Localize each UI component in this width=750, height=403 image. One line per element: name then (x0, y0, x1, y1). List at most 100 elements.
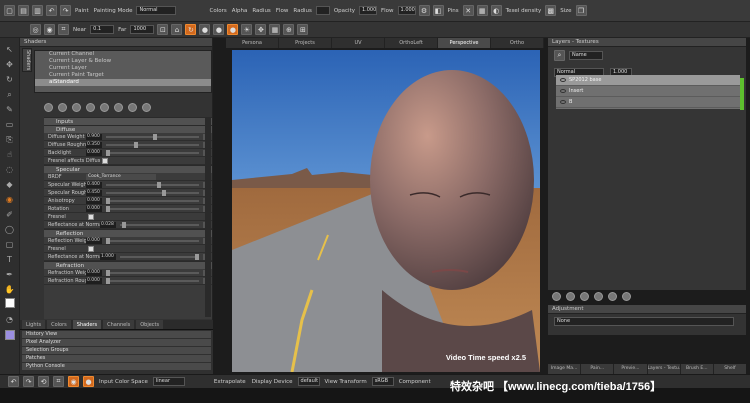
tab-colors[interactable]: Colors (47, 320, 71, 329)
crop-icon[interactable]: ⌗ (53, 376, 64, 387)
eye-icon[interactable] (560, 100, 566, 104)
shader-item[interactable]: Current Paint Target (35, 72, 211, 79)
right-tab[interactable]: Image Ma... (548, 364, 581, 374)
flow-field[interactable]: 1.000 (397, 6, 416, 15)
undo-icon[interactable]: ↶ (46, 5, 57, 16)
palette-item[interactable]: History View (22, 331, 211, 338)
prop-slider[interactable] (120, 253, 200, 260)
layer-row[interactable]: Insert (556, 86, 740, 97)
text-icon[interactable]: T (4, 254, 15, 265)
near-field[interactable]: 0.1 (90, 25, 115, 34)
paint-status-icon[interactable]: ◉ (68, 376, 79, 387)
view-tab-ortholeft[interactable]: OrthoLeft (385, 38, 438, 48)
tab-shaders[interactable]: Shaders (72, 320, 102, 329)
view-transform-select[interactable]: sRGB (371, 377, 394, 386)
layer-add-icon[interactable] (552, 292, 561, 301)
fresnel2-checkbox[interactable] (88, 245, 94, 252)
prop-slider[interactable] (106, 181, 199, 188)
prop-value[interactable]: 0.028 (100, 221, 116, 228)
eye-icon[interactable] (560, 78, 566, 82)
stamp-icon[interactable]: ◧ (432, 5, 444, 16)
prop-slider[interactable] (106, 205, 199, 212)
pin-icon[interactable]: ✕ (462, 5, 474, 16)
layer-row[interactable]: SP2012 base (556, 75, 740, 86)
layer-group-icon[interactable] (580, 292, 589, 301)
shader-item[interactable]: Current Channel (35, 51, 211, 58)
view-tab-uv[interactable]: UV (332, 38, 385, 48)
display-device-select[interactable]: default (297, 377, 320, 386)
prop-value[interactable]: 0.000 (86, 237, 102, 244)
lock-icon[interactable]: ⊡ (157, 24, 169, 35)
smudge-icon[interactable]: ☝ (4, 149, 15, 160)
picker-icon[interactable]: ✐ (4, 209, 15, 220)
tab-channels[interactable]: Channels (103, 320, 135, 329)
zoom-tool-icon[interactable]: ⌕ (4, 89, 15, 100)
wire-icon[interactable]: ⌗ (58, 24, 69, 35)
prop-slider[interactable] (106, 269, 199, 276)
layer-dup-icon[interactable] (594, 292, 603, 301)
view-tab-ortho[interactable]: Ortho (491, 38, 544, 48)
prop-value[interactable]: 0.000 (86, 269, 102, 276)
checker-icon[interactable]: ▩ (545, 5, 557, 16)
right-tab[interactable]: Previe... (614, 364, 647, 374)
prop-slider[interactable] (106, 133, 199, 140)
redo-icon[interactable]: ↷ (60, 5, 71, 16)
prop-value[interactable]: 0.000 (86, 197, 102, 204)
background-swatch[interactable] (5, 330, 15, 340)
right-tab[interactable]: Layers - Textu... (647, 364, 680, 374)
layer-merge-icon[interactable] (608, 292, 617, 301)
grid2-icon[interactable]: ▦ (269, 24, 281, 35)
fill-icon[interactable]: ◆ (4, 179, 15, 190)
zoom-icon[interactable]: ⊕ (283, 24, 295, 35)
opacity-field[interactable]: 1.000 (358, 6, 377, 15)
marquee-icon[interactable]: ▢ (4, 239, 15, 250)
shader-item[interactable]: Current Layer (35, 65, 211, 72)
layers-filter-icon[interactable]: ⌕ (554, 50, 565, 61)
sample-icon[interactable]: ◔ (4, 314, 15, 325)
view-tab-perspective[interactable]: Perspective (438, 38, 491, 48)
texel-icon[interactable]: ◐ (490, 5, 502, 16)
section-specular[interactable]: Specular (44, 165, 212, 173)
prop-value[interactable]: 0.450 (86, 189, 102, 196)
grid-icon[interactable]: ▦ (476, 5, 488, 16)
shader-copy-icon[interactable] (72, 102, 81, 112)
sphere-icon[interactable]: ● (199, 24, 211, 35)
pen-icon[interactable]: ✒ (4, 269, 15, 280)
prop-slider[interactable] (120, 221, 199, 228)
shaders-side-tab[interactable]: Shaders (22, 48, 32, 72)
brdf-select[interactable]: Cook_Torrance (86, 173, 156, 180)
shader-link-icon[interactable] (86, 102, 95, 112)
camera-icon[interactable]: ◉ (44, 24, 55, 35)
extrapolate-label[interactable]: Extrapolate (214, 379, 246, 385)
input-space-select[interactable]: linear (152, 377, 185, 386)
blur-icon[interactable]: ◌ (4, 164, 15, 175)
shader-scrollbar[interactable] (205, 117, 211, 317)
shader-add-icon[interactable] (58, 102, 67, 112)
new-icon[interactable]: ▢ (4, 5, 15, 16)
rotate-icon[interactable]: ↻ (4, 74, 15, 85)
view-tab-projects[interactable]: Projects (279, 38, 332, 48)
prop-value[interactable]: 0.000 (86, 205, 102, 212)
lasso-icon[interactable]: ◯ (4, 224, 15, 235)
eraser-icon[interactable]: ▭ (4, 119, 15, 130)
history-icon[interactable]: ⟲ (38, 376, 49, 387)
prop-slider[interactable] (106, 277, 199, 284)
right-tab[interactable]: Brush E... (680, 364, 713, 374)
tab-lights[interactable]: Lights (22, 320, 46, 329)
shader-sphere-icon[interactable] (44, 102, 53, 112)
select-icon[interactable]: ↖ (4, 44, 15, 55)
foreground-swatch[interactable] (5, 298, 15, 308)
redo-status-icon[interactable]: ↷ (23, 376, 34, 387)
shader-item-selected[interactable]: aiStandard (35, 79, 211, 86)
brush-icon[interactable]: ✎ (4, 104, 15, 115)
section-inputs[interactable]: Inputs (44, 117, 212, 125)
alpha-label[interactable]: Alpha (232, 8, 248, 14)
clone-icon[interactable]: ⎘ (4, 134, 15, 145)
home-icon[interactable]: ⌂ (171, 24, 183, 35)
move-icon[interactable]: ✥ (255, 24, 267, 35)
hand-icon[interactable]: ✋ (4, 284, 15, 295)
prop-slider[interactable] (106, 237, 199, 244)
radius-field[interactable] (315, 6, 330, 15)
move-tool-icon[interactable]: ✥ (4, 59, 15, 70)
radius-label[interactable]: Radius (252, 8, 270, 14)
